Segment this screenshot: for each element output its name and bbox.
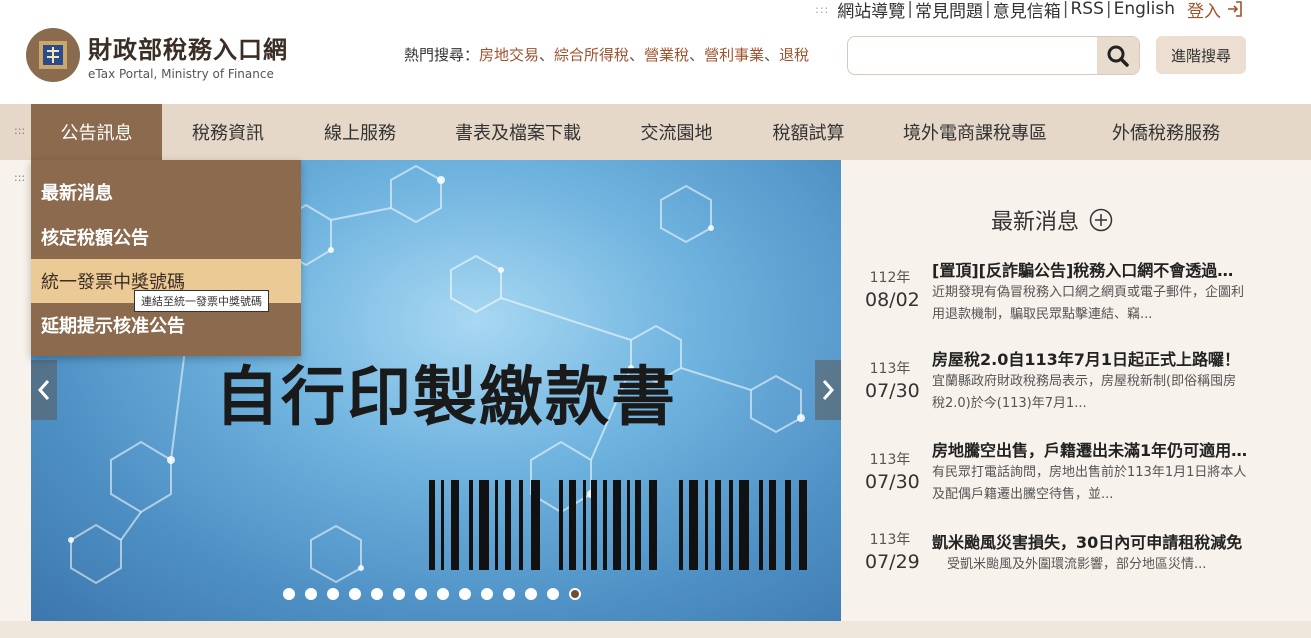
carousel-dot[interactable] <box>371 588 383 600</box>
news-section-title: 最新消息 <box>991 204 1113 236</box>
carousel-prev-button[interactable] <box>31 360 57 420</box>
news-title-text: 最新消息 <box>991 210 1080 235</box>
news-summary: 宜蘭縣政府財政稅務局表示，房屋稅新制(即俗稱囤房稅2.0)於今(113)年7月1… <box>932 374 1237 411</box>
news-headline[interactable]: 凱米颱風災害損失，30日內可申請租稅減免 <box>932 529 1248 553</box>
carousel-dot[interactable] <box>393 588 405 600</box>
nav-cross-border-ecommerce[interactable]: 境外電商課稅專區 <box>874 104 1076 160</box>
news-summary: 受凱米颱風及外圍環流影響，部分地區災情... <box>947 557 1207 572</box>
news-date: 113年 07/30 <box>865 452 920 493</box>
carousel-dot[interactable] <box>305 588 317 600</box>
nav-announcements[interactable]: 公告訊息 <box>31 104 162 160</box>
carousel-pagination <box>283 588 591 600</box>
carousel-dot[interactable] <box>415 588 427 600</box>
hero-slide-title: 自行印製繳款書 <box>215 361 677 435</box>
hot-search-link[interactable]: 營業稅 <box>644 44 689 65</box>
hot-search-label: 熱門搜尋： <box>404 46 480 64</box>
latest-news-panel: 最新消息 112年 08/02 [置頂][反詐騙公告]稅務入口網不會透過網路要求… <box>841 160 1311 621</box>
hot-search-link[interactable]: 房地交易 <box>479 44 539 65</box>
search-box <box>847 36 1140 75</box>
carousel-dot[interactable] <box>503 588 515 600</box>
menu-item-tax-assessment-notice[interactable]: 核定稅額公告 <box>31 215 301 259</box>
login-link[interactable]: 登入 <box>1187 0 1245 22</box>
page-bottom-strip <box>0 621 1311 638</box>
login-icon <box>1228 1 1242 17</box>
carousel-dot[interactable] <box>481 588 493 600</box>
nav-tax-info[interactable]: 稅務資訊 <box>162 104 294 160</box>
site-logo[interactable]: 財政部稅務入口網 eTax Portal, Ministry of Financ… <box>26 28 288 82</box>
rss-link[interactable]: RSS <box>1070 0 1103 19</box>
english-link[interactable]: English <box>1114 0 1175 19</box>
carousel-dot[interactable] <box>349 588 361 600</box>
news-date: 113年 07/29 <box>865 532 920 573</box>
nav-community[interactable]: 交流園地 <box>610 104 743 160</box>
top-utility-links: ::: 網站導覽 | 常見問題 | 意見信箱 | RSS | English 登… <box>815 0 1245 22</box>
news-date: 113年 07/30 <box>865 361 920 402</box>
news-headline[interactable]: 房地騰空出售，戶籍遷出未滿1年仍可適用自用住宅用地稅率 <box>932 437 1248 461</box>
main-nav: ::: 公告訊息 稅務資訊 線上服務 書表及檔案下載 交流園地 稅額試算 境外電… <box>0 104 1311 160</box>
search-input[interactable] <box>848 37 1098 74</box>
carousel-dot[interactable] <box>327 588 339 600</box>
accesskey-marker: ::: <box>14 124 26 137</box>
link-tooltip: 連結至統一發票中獎號碼 <box>134 290 269 312</box>
site-name-cn: 財政部稅務入口網 <box>88 34 288 64</box>
nav-foreigner-tax[interactable]: 外僑稅務服務 <box>1076 104 1256 160</box>
site-map-link[interactable]: 網站導覽 <box>837 0 905 22</box>
site-name-en: eTax Portal, Ministry of Finance <box>88 66 274 81</box>
site-header: ::: 網站導覽 | 常見問題 | 意見信箱 | RSS | English 登… <box>0 0 1311 104</box>
hot-search-link[interactable]: 退稅 <box>779 44 809 65</box>
nav-tax-calculator[interactable]: 稅額試算 <box>743 104 874 160</box>
menu-item-latest-news[interactable]: 最新消息 <box>31 170 301 214</box>
search-icon <box>1107 45 1129 67</box>
hot-search-link[interactable]: 營利事業 <box>704 44 764 65</box>
faq-link[interactable]: 常見問題 <box>915 0 983 22</box>
barcode-graphic <box>429 480 807 570</box>
carousel-dot[interactable] <box>283 588 295 600</box>
announcements-dropdown-menu: 最新消息 核定稅額公告 統一發票中獎號碼 延期提示核准公告 <box>31 160 301 356</box>
search-button[interactable] <box>1097 37 1139 74</box>
carousel-dot[interactable] <box>547 588 559 600</box>
hot-search: 熱門搜尋： 房地交易、 綜合所得稅、 營業稅、 營利事業、 退稅 <box>404 44 810 65</box>
more-news-plus-icon[interactable] <box>1089 208 1113 232</box>
news-headline[interactable]: [置頂][反詐騙公告]稅務入口網不會透過網路要求民眾提供帳戶資訊 <box>932 257 1248 281</box>
news-date: 112年 08/02 <box>865 270 920 311</box>
news-headline[interactable]: 房屋稅2.0自113年7月1日起正式上路囉！ <box>932 346 1248 370</box>
accesskey-marker: ::: <box>14 171 26 184</box>
hot-search-link[interactable]: 綜合所得稅 <box>554 44 629 65</box>
carousel-dot[interactable] <box>569 588 581 600</box>
accesskey-marker: ::: <box>815 2 830 16</box>
chevron-right-icon <box>822 380 835 400</box>
login-label: 登入 <box>1187 1 1221 22</box>
ministry-emblem-icon <box>26 28 80 82</box>
feedback-link[interactable]: 意見信箱 <box>993 0 1061 22</box>
nav-online-services[interactable]: 線上服務 <box>294 104 426 160</box>
carousel-dot[interactable] <box>525 588 537 600</box>
carousel-dot[interactable] <box>459 588 471 600</box>
news-summary: 近期發現有偽冒稅務入口網之網頁或電子郵件，企圖利用退款機制，騙取民眾點擊連結、竊… <box>932 285 1245 322</box>
carousel-next-button[interactable] <box>815 360 841 420</box>
news-summary: 有民眾打電話詢問，房地出售前於113年1月1日將本人及配偶戶籍遷出騰空待售，並.… <box>932 465 1247 502</box>
chevron-left-icon <box>37 380 50 400</box>
nav-forms-download[interactable]: 書表及檔案下載 <box>426 104 610 160</box>
advanced-search-button[interactable]: 進階搜尋 <box>1156 36 1246 74</box>
carousel-dot[interactable] <box>437 588 449 600</box>
